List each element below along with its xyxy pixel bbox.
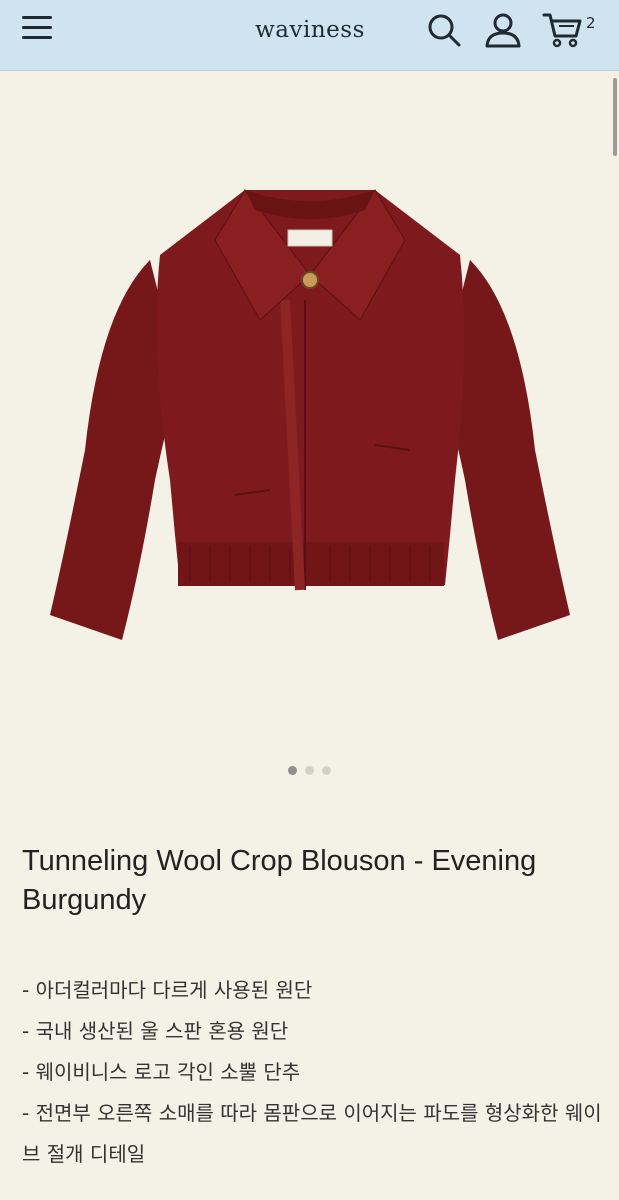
cart-icon[interactable]	[542, 10, 582, 50]
scrollbar[interactable]	[613, 78, 617, 156]
description-item: - 웨이비니스 로고 각인 소뿔 단추	[22, 1060, 301, 1084]
pagination-dot[interactable]	[322, 766, 331, 775]
brand-logo[interactable]: waviness	[200, 17, 420, 43]
description-item: - 아더컬러마다 다르게 사용된 원단	[22, 978, 313, 1002]
cart-count-badge: 2	[586, 14, 596, 32]
pagination-dot-active[interactable]	[288, 766, 297, 775]
search-icon[interactable]	[424, 10, 464, 50]
product-image[interactable]	[30, 150, 590, 660]
product-title: Tunneling Wool Crop Blouson - Evening Bu…	[22, 845, 537, 916]
user-icon[interactable]	[483, 10, 523, 50]
description-item: - 전면부 오른쪽 소매를 따라 몸판으로 이어지는 파도를 형상화한 웨이브 …	[22, 1101, 602, 1166]
hamburger-menu-icon[interactable]	[20, 13, 54, 43]
pagination-dot[interactable]	[305, 766, 314, 775]
description-item: - 국내 생산된 울 스판 혼용 원단	[22, 1019, 289, 1043]
image-pagination	[280, 766, 340, 776]
product-description: - 아더컬러마다 다르게 사용된 원단 - 국내 생산된 울 스판 혼용 원단 …	[22, 970, 602, 1175]
top-header: waviness 2	[0, 0, 619, 71]
